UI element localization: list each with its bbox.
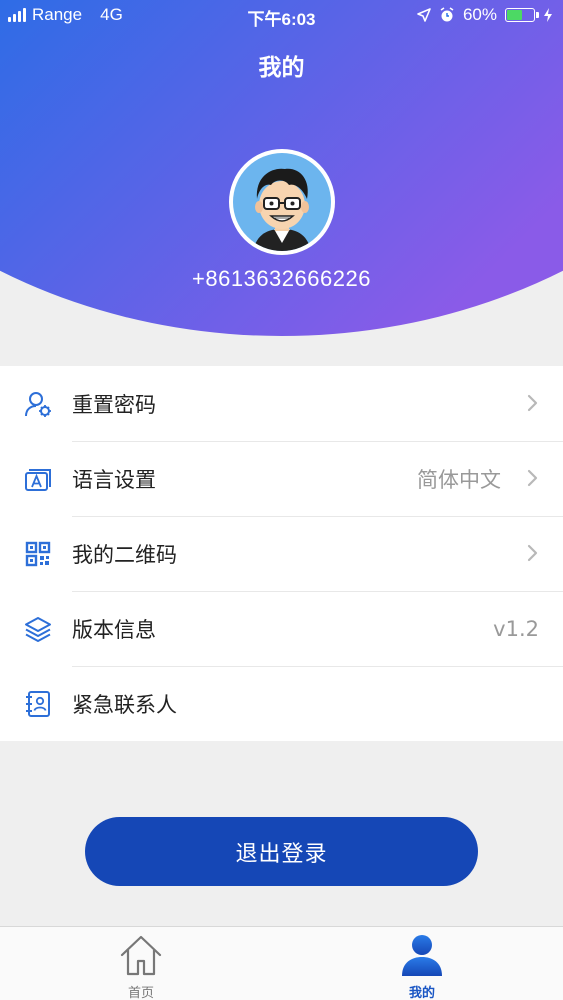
status-bar: Range 4G 下午6:03 60%: [0, 0, 563, 32]
menu-item-value: v1.2: [493, 616, 539, 641]
logout-button[interactable]: 退出登录: [85, 817, 478, 886]
avatar[interactable]: [229, 149, 335, 255]
alarm-icon: [440, 7, 454, 22]
tab-label: 首页: [127, 986, 154, 1000]
menu-item-version[interactable]: 版本信息 v1.2: [0, 591, 563, 666]
avatar-cartoon-face-icon: [253, 168, 311, 251]
battery-icon: [505, 8, 539, 22]
menu-item-language[interactable]: 语言设置 简体中文: [0, 441, 563, 516]
chevron-right-icon: [527, 469, 538, 487]
chevron-right-icon: [527, 394, 538, 412]
settings-menu: 重置密码 语言设置 简体中文 我的二维码 版本信息 v1.2 紧急联系人: [0, 366, 563, 741]
location-arrow-icon: [417, 8, 431, 22]
charging-bolt-icon: [544, 8, 552, 22]
tab-label: 我的: [408, 986, 435, 1000]
menu-item-label: 我的二维码: [72, 542, 177, 567]
menu-item-label: 重置密码: [72, 392, 156, 417]
page-title: 我的: [258, 55, 305, 81]
menu-item-label: 版本信息: [72, 617, 156, 642]
home-icon: [120, 935, 162, 976]
tab-bar: 首页 我的: [0, 926, 563, 1000]
user-gear-icon: [25, 392, 51, 417]
menu-item-value: 简体中文: [417, 467, 501, 492]
chevron-right-icon: [527, 544, 538, 562]
menu-item-reset-password[interactable]: 重置密码: [0, 366, 563, 441]
menu-item-label: 语言设置: [72, 467, 156, 492]
layers-icon: [25, 617, 51, 642]
language-icon: [25, 469, 51, 491]
tab-mine[interactable]: 我的: [352, 927, 492, 1000]
menu-item-qr-code[interactable]: 我的二维码: [0, 516, 563, 591]
phone-number: +8613632666226: [192, 266, 371, 291]
battery-percent: 60%: [462, 5, 497, 24]
qr-code-icon: [25, 541, 51, 567]
tab-home[interactable]: 首页: [71, 927, 211, 1000]
menu-item-label: 紧急联系人: [72, 692, 177, 717]
person-icon: [402, 935, 442, 976]
contact-book-icon: [26, 691, 50, 717]
menu-item-emergency-contact[interactable]: 紧急联系人: [0, 666, 563, 741]
